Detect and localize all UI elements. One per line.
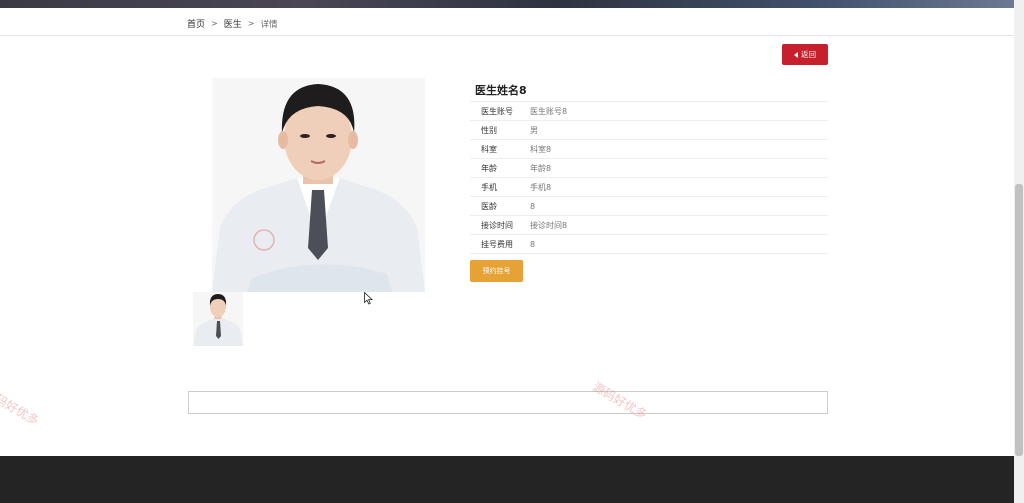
top-banner (0, 0, 1014, 8)
table-row: 接诊时间 接诊时间8 (470, 215, 828, 235)
breadcrumb-current: 详情 (260, 19, 278, 30)
field-label: 医生账号 (470, 101, 530, 121)
field-value: 手机8 (530, 177, 828, 197)
field-value: 年龄8 (530, 158, 828, 178)
doctor-info: 医生姓名8 医生账号 医生账号8 性别 男 科室 科室8 年龄 年龄8 手机 手… (470, 80, 828, 254)
field-label: 性别 (470, 120, 530, 140)
field-label: 挂号费用 (470, 234, 530, 254)
field-value: 医生账号8 (530, 101, 828, 121)
table-row: 医生账号 医生账号8 (470, 101, 828, 121)
breadcrumb-separator: > (247, 19, 255, 28)
breadcrumb-bar: 首页 > 医生 > 详情 (0, 8, 1014, 36)
scrollbar-thumb[interactable] (1015, 184, 1023, 456)
table-row: 年龄 年龄8 (470, 158, 828, 178)
breadcrumb-home[interactable]: 首页 (187, 17, 205, 30)
table-row: 医龄 8 (470, 196, 828, 216)
footer (0, 456, 1014, 503)
doctor-photo (212, 78, 425, 292)
table-row: 性别 男 (470, 120, 828, 140)
field-value: 8 (530, 234, 828, 254)
caret-left-icon (794, 51, 798, 58)
doctor-portrait-thumbnail-image (193, 292, 243, 346)
field-label: 医龄 (470, 196, 530, 216)
back-button-label: 返回 (801, 50, 816, 59)
detail-description-box (188, 391, 828, 414)
breadcrumb-separator: > (211, 19, 218, 28)
field-value: 8 (530, 196, 828, 216)
field-value: 男 (530, 120, 828, 140)
back-button[interactable]: 返回 (782, 44, 828, 65)
field-value: 接诊时间8 (530, 215, 828, 235)
field-label: 手机 (470, 177, 530, 197)
doctor-photo-thumbnail[interactable] (193, 292, 243, 346)
field-label: 年龄 (470, 158, 530, 178)
doctor-info-table: 医生账号 医生账号8 性别 男 科室 科室8 年龄 年龄8 手机 手机8 医龄 … (470, 101, 828, 254)
table-row: 科室 科室8 (470, 139, 828, 159)
detail-content: 返回 医生姓名8 医生账号 医生账号8 性别 男 科室 科室8 年龄 年龄8 手… (0, 36, 1014, 456)
vertical-scrollbar[interactable] (1014, 0, 1024, 503)
book-appointment-button[interactable]: 预约挂号 (470, 260, 523, 282)
field-label: 接诊时间 (470, 215, 530, 235)
table-row: 挂号费用 8 (470, 234, 828, 254)
field-label: 科室 (470, 139, 530, 159)
doctor-name: 医生姓名8 (475, 84, 527, 97)
field-value: 科室8 (530, 139, 828, 159)
breadcrumb-section[interactable]: 医生 (224, 17, 242, 30)
breadcrumb: 首页 > 医生 > 详情 (187, 17, 277, 30)
doctor-portrait-image (212, 78, 425, 292)
table-row: 手机 手机8 (470, 177, 828, 197)
mouse-pointer-icon (364, 292, 373, 305)
